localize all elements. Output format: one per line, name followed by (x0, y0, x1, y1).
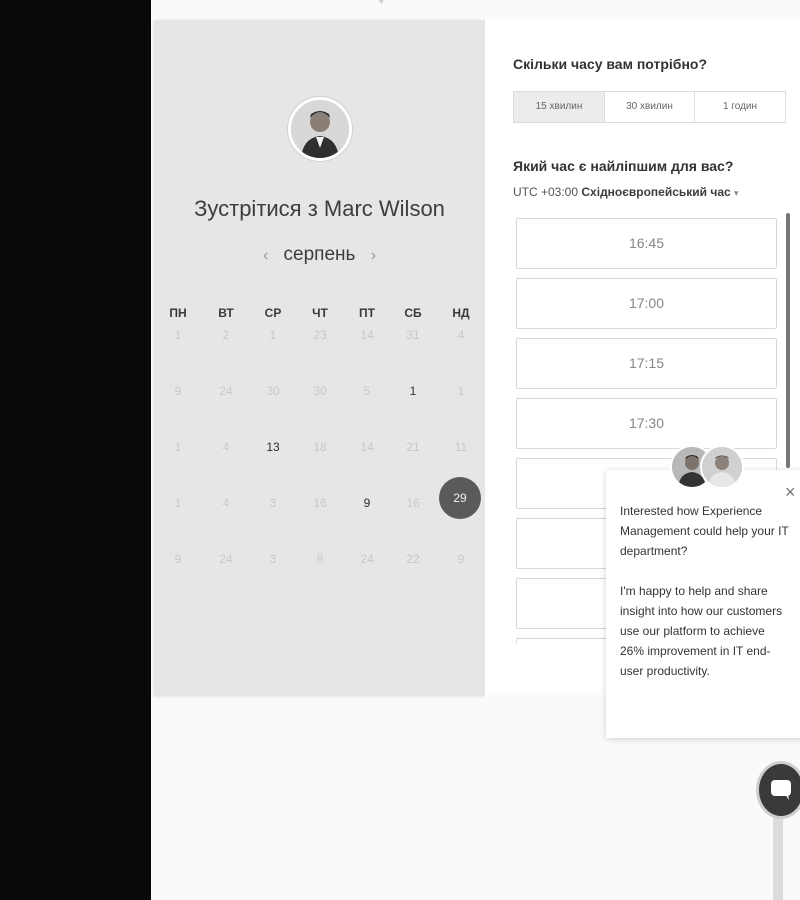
duration-option-15[interactable]: 15 хвилин (513, 91, 605, 123)
next-month-button[interactable]: › (361, 247, 386, 264)
calendar-day-available[interactable]: 9 (347, 496, 387, 510)
duration-question: Скільки часу вам потрібно? (513, 56, 708, 72)
calendar-day: 1 (457, 384, 465, 398)
chat-message-line: Interested how Experience Management cou… (620, 504, 789, 558)
duration-option-60[interactable]: 1 годин (694, 91, 786, 123)
meeting-title: Зустрітися з Marc Wilson (194, 196, 445, 221)
calendar-day: 9 (174, 552, 182, 566)
weekday-thu: ЧТ (312, 306, 328, 320)
calendar-day: 24 (219, 552, 233, 566)
calendar-day: 11 (454, 440, 468, 454)
weekday-sun: НД (452, 306, 470, 320)
time-question: Який час є найліпшим для вас? (513, 158, 734, 174)
calendar-day: 2 (222, 328, 230, 342)
weekday-wed: СР (264, 306, 282, 320)
calendar-day-available[interactable]: 13 (253, 440, 293, 454)
calendar-day: 4 (457, 328, 465, 342)
calendar-day: 4 (222, 496, 230, 510)
calendar-day: 1 (174, 440, 182, 454)
left-black-area (0, 0, 151, 900)
calendar-day: 5 (363, 384, 371, 398)
calendar-day: 4 (222, 440, 230, 454)
timezone-offset: UTC +03:00 (513, 185, 579, 199)
calendar-day: 31 (406, 328, 420, 342)
weekday-sat: СБ (404, 306, 422, 320)
chat-bubble-icon (771, 780, 791, 800)
time-slot[interactable]: 17:00 (516, 278, 777, 329)
chat-message-line: I'm happy to help and share insight into… (620, 584, 783, 678)
calendar-day: 1 (174, 328, 182, 342)
time-slot[interactable]: 17:15 (516, 338, 777, 389)
duration-option-30[interactable]: 30 хвилин (604, 91, 695, 123)
calendar-day-selected[interactable]: 29 (439, 477, 481, 519)
time-slot[interactable]: 17:30 (516, 398, 777, 449)
chat-launcher-shadow (773, 818, 783, 900)
agent-avatar (700, 445, 744, 489)
calendar-day: 3 (269, 496, 277, 510)
chat-launcher-button[interactable] (756, 761, 800, 819)
chevron-down-icon: ▾ (734, 188, 739, 198)
calendar-day: 9 (457, 552, 465, 566)
calendar-day: 18 (313, 440, 327, 454)
chat-message: Interested how Experience Management cou… (620, 501, 792, 681)
month-navigator: ‹ серпень › (154, 244, 485, 266)
calendar-day: 30 (266, 384, 280, 398)
calendar-day: 8 (316, 552, 324, 566)
calendar-day: 22 (406, 552, 420, 566)
timezone-selector[interactable]: UTC +03:00 Східноєвропейський час ▾ (513, 185, 739, 199)
time-slots-scrollbar[interactable] (786, 213, 790, 468)
host-avatar (288, 97, 352, 161)
calendar-day: 21 (406, 440, 420, 454)
calendar-day-available[interactable]: 1 (393, 384, 433, 398)
close-icon[interactable]: × (785, 482, 796, 503)
calendar-day: 14 (360, 328, 374, 342)
calendar-day: 30 (313, 384, 327, 398)
calendar-day: 1 (174, 496, 182, 510)
weekday-mon: ПН (169, 306, 187, 320)
weekday-tue: ВТ (218, 306, 234, 320)
time-slot[interactable]: 16:45 (516, 218, 777, 269)
calendar-day: 24 (360, 552, 374, 566)
popover-caret-icon (378, 0, 384, 4)
calendar-day: 24 (219, 384, 233, 398)
timezone-name: Східноєвропейський час (581, 185, 731, 199)
calendar-day: 3 (269, 552, 277, 566)
calendar-day: 16 (313, 496, 327, 510)
month-label: серпень (283, 244, 356, 265)
weekday-fri: ПТ (359, 306, 375, 320)
calendar-day: 1 (269, 328, 277, 342)
calendar-day: 23 (313, 328, 327, 342)
chat-agent-avatars (670, 445, 744, 493)
prev-month-button[interactable]: ‹ (253, 247, 278, 264)
calendar-day: 9 (174, 384, 182, 398)
calendar-day: 14 (360, 440, 374, 454)
calendar-day: 16 (406, 496, 420, 510)
